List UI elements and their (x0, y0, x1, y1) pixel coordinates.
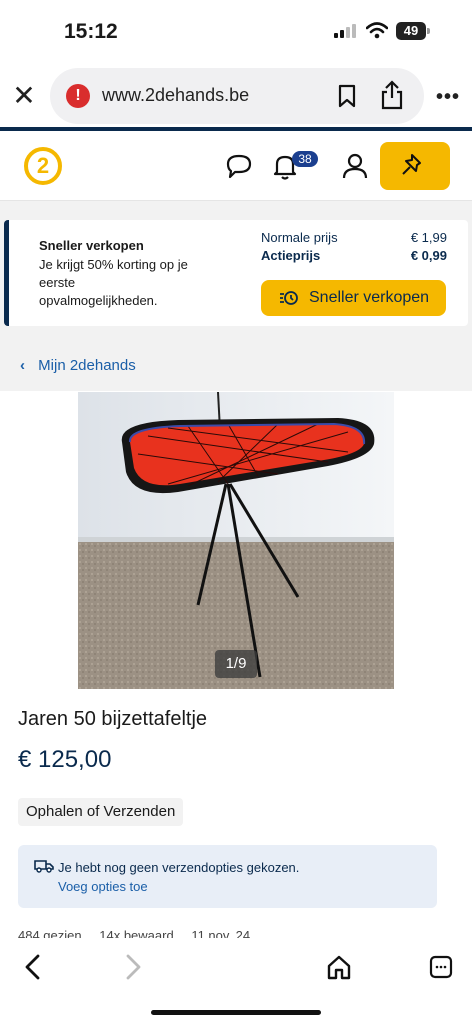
url-text[interactable]: www.2dehands.be (102, 85, 249, 106)
side-table-image (78, 392, 394, 689)
photo-counter: 1/9 (215, 650, 257, 678)
sell-faster-label: Sneller verkopen (309, 289, 430, 306)
delivery-badge: Ophalen of Verzenden (18, 798, 184, 826)
shipping-notice: Je hebt nog geen verzendopties gekozen. … (18, 845, 437, 908)
place-ad-button[interactable] (380, 142, 450, 190)
sell-faster-button[interactable]: Sneller verkopen (261, 280, 446, 316)
truck-icon (34, 860, 54, 873)
battery-icon: 49 (396, 22, 430, 40)
breadcrumb[interactable]: ‹ Mijn 2dehands (20, 357, 136, 374)
url-field[interactable]: ! www.2dehands.be (50, 68, 424, 124)
warning-icon[interactable]: ! (66, 84, 90, 108)
tabs-icon[interactable] (426, 952, 456, 982)
share-icon[interactable] (380, 80, 404, 110)
status-time: 15:12 (64, 20, 118, 43)
normal-price-value: € 1,99 (410, 230, 447, 245)
user-icon[interactable] (340, 151, 370, 181)
battery-level: 49 (396, 22, 426, 40)
breadcrumb-label[interactable]: Mijn 2dehands (38, 357, 136, 374)
boost-clock-icon (280, 291, 298, 305)
cellular-signal-icon (334, 24, 360, 38)
more-icon[interactable]: ••• (436, 86, 460, 109)
ad-price: € 125,00 (18, 746, 112, 773)
action-price-label: Actieprijs (261, 248, 321, 263)
home-indicator (151, 1010, 321, 1015)
product-photo[interactable]: 1/9 (78, 392, 394, 689)
browser-toolbar (0, 938, 472, 1024)
chevron-left-icon: ‹ (20, 357, 25, 374)
promo-description: Je krijgt 50% korting op je eerste opval… (39, 257, 188, 308)
notification-badge: 38 (292, 151, 318, 167)
browser-address-bar: ✕ ! www.2dehands.be ••• (0, 62, 472, 128)
add-options-link[interactable]: Voeg opties toe (58, 879, 148, 894)
back-icon[interactable] (18, 952, 48, 982)
normal-price-label: Normale prijs (261, 230, 338, 245)
wifi-icon (366, 22, 388, 39)
site-header: 2 38 (0, 131, 472, 201)
logo[interactable]: 2 (24, 147, 62, 185)
ad-title: Jaren 50 bijzettafeltje (18, 708, 208, 730)
home-icon[interactable] (324, 952, 354, 982)
shipping-notice-text: Je hebt nog geen verzendopties gekozen. (58, 860, 300, 875)
close-icon[interactable]: ✕ (10, 82, 38, 110)
action-price-value: € 0,99 (410, 248, 447, 263)
promo-title: Sneller verkopen (39, 238, 144, 253)
status-bar: 15:12 49 (0, 0, 472, 62)
promo-card: Sneller verkopen Je krijgt 50% korting o… (4, 220, 468, 326)
promo-area: Sneller verkopen Je krijgt 50% korting o… (0, 201, 472, 391)
chat-icon[interactable] (224, 151, 254, 181)
forward-icon[interactable] (118, 952, 148, 982)
pin-icon (402, 154, 421, 175)
bookmark-icon[interactable] (336, 84, 358, 108)
